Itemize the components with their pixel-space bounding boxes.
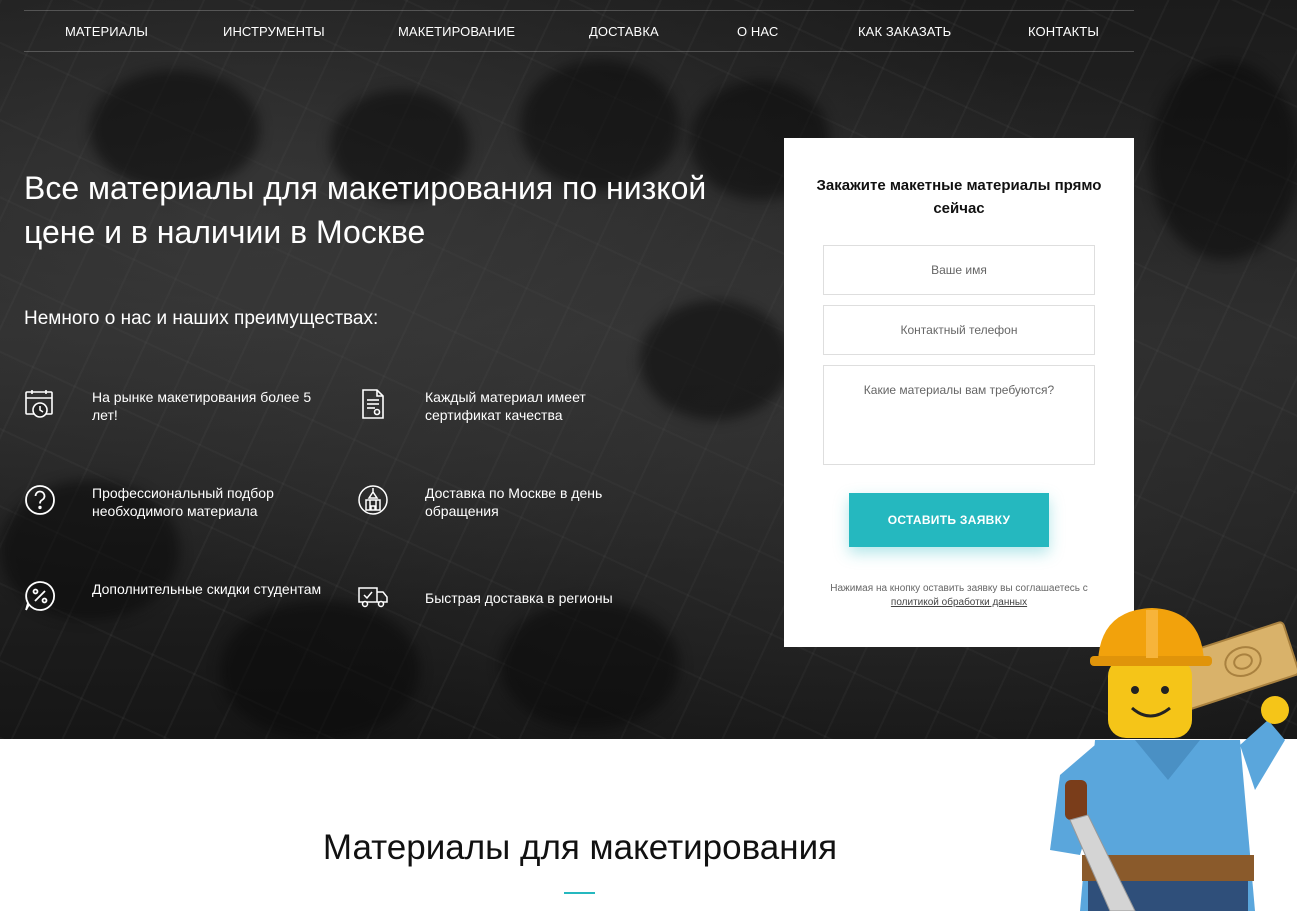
question-icon (24, 484, 56, 516)
lego-worker-illustration (1050, 608, 1297, 911)
feature-item: Каждый материал имеет сертификат качеств… (357, 388, 657, 448)
main-nav: МАТЕРИАЛЫ ИНСТРУМЕНТЫ МАКЕТИРОВАНИЕ ДОСТ… (24, 10, 1134, 52)
feature-item: Быстрая доставка в регионы (357, 580, 657, 640)
feature-item: Доставка по Москве в день обращения (357, 484, 657, 544)
section-title: Материалы для макетирования (322, 828, 838, 867)
hero-subhead: Немного о нас и наших преимуществах: (24, 308, 379, 329)
name-input[interactable] (823, 245, 1095, 295)
nav-item-delivery[interactable]: ДОСТАВКА (589, 24, 659, 39)
feature-text: Профессиональный подбор необходимого мат… (92, 485, 274, 519)
truck-icon (357, 580, 389, 612)
nav-item-about[interactable]: О НАС (737, 24, 778, 39)
privacy-note-text: Нажимая на кнопку оставить заявку вы сог… (830, 583, 1088, 594)
order-form-card: Закажите макетные материалы прямо сейчас… (784, 138, 1134, 647)
hero-headline: Все материалы для макетирования по низко… (24, 170, 707, 250)
certificate-icon (357, 388, 389, 420)
nav-item-how-to-order[interactable]: КАК ЗАКАЗАТЬ (858, 24, 951, 39)
nav-item-materials[interactable]: МАТЕРИАЛЫ (65, 24, 148, 39)
feature-text: Доставка по Москве в день обращения (425, 485, 603, 519)
feature-text: На рынке макетирования более 5 лет! (92, 389, 312, 423)
materials-textarea[interactable] (823, 365, 1095, 465)
phone-input[interactable] (823, 305, 1095, 355)
feature-text: Быстрая доставка в регионы (425, 590, 613, 606)
feature-item: На рынке макетирования более 5 лет! (24, 388, 324, 448)
feature-item: Дополнительные скидки студентам (24, 580, 324, 640)
percent-chat-icon (24, 580, 56, 612)
kremlin-icon (357, 484, 389, 516)
feature-text: Каждый материал имеет сертификат качеств… (425, 389, 586, 423)
privacy-policy-link[interactable]: политикой обработки данных (891, 597, 1027, 608)
feature-text: Дополнительные скидки студентам (92, 581, 322, 597)
feature-item: Профессиональный подбор необходимого мат… (24, 484, 324, 544)
form-title: Закажите макетные материалы прямо сейчас (816, 177, 1102, 217)
nav-item-modeling[interactable]: МАКЕТИРОВАНИЕ (398, 24, 515, 39)
nav-item-contacts[interactable]: КОНТАКТЫ (1028, 24, 1099, 39)
calendar-clock-icon (24, 388, 56, 420)
section-title-underline (564, 892, 595, 894)
submit-request-button[interactable]: ОСТАВИТЬ ЗАЯВКУ (849, 493, 1049, 547)
nav-item-tools[interactable]: ИНСТРУМЕНТЫ (223, 24, 325, 39)
